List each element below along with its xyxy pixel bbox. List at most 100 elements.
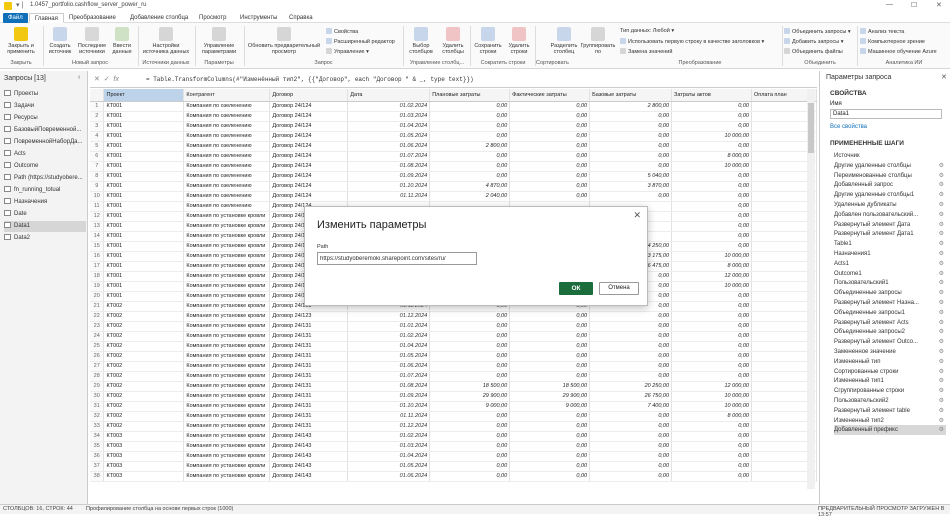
table-cell[interactable]: 10 <box>90 191 105 202</box>
table-cell[interactable]: 01.03.2024 <box>347 441 431 452</box>
table-cell[interactable]: Договор 24/131 <box>269 381 349 392</box>
table-cell[interactable]: 10 000,00 <box>671 401 752 412</box>
applied-step[interactable]: Добавленный префикс ⚙ <box>834 425 946 436</box>
table-cell[interactable]: 5 <box>90 141 105 152</box>
column-header[interactable]: Фактические затраты <box>509 89 591 102</box>
table-cell[interactable]: 0,00 <box>509 101 591 112</box>
table-cell[interactable]: 0,00 <box>671 371 752 382</box>
table-cell[interactable]: 0,00 <box>429 451 511 462</box>
table-row[interactable]: 23 КТ002 Компания по установке кровли Догов… <box>90 321 817 332</box>
applied-step[interactable]: Замененное значение ⚙ <box>834 347 946 357</box>
table-row[interactable]: 38 КТ003 Компания по установке кровли Догов… <box>90 471 817 482</box>
table-cell[interactable]: Договор 24/124 <box>269 191 349 202</box>
table-cell[interactable]: 19 <box>90 281 105 292</box>
table-row[interactable]: 4 КТ001 Компания по озеленению Договор 24/1… <box>90 131 817 142</box>
table-row[interactable]: 33 КТ002 Компания по установке кровли Догов… <box>90 421 817 432</box>
status-profiling[interactable]: Профилирование столбца на основе первых … <box>86 506 233 512</box>
table-cell[interactable]: Компания по установке кровли <box>183 411 271 422</box>
table-cell[interactable]: 12 000,00 <box>671 271 752 282</box>
table-cell[interactable]: Компания по установке кровли <box>183 401 271 412</box>
table-row[interactable]: 27 КТ002 Компания по установке кровли Догов… <box>90 361 817 372</box>
table-cell[interactable]: 10 000,00 <box>671 161 752 172</box>
table-cell[interactable]: Компания по установке кровли <box>183 251 271 262</box>
table-cell[interactable]: Компания по установке кровли <box>183 421 271 432</box>
table-cell[interactable]: Компания по озеленению <box>183 181 271 192</box>
table-cell[interactable]: 0,00 <box>509 321 591 332</box>
applied-step[interactable]: Объединенные запросы ⚙ <box>834 288 946 298</box>
append-queries-button[interactable]: Добавить запросы ▾ <box>784 38 844 45</box>
table-cell[interactable]: 0,00 <box>671 201 752 212</box>
table-cell[interactable]: Договор 24/123 <box>269 311 349 322</box>
keep-rows-button[interactable]: Сохранить строки <box>472 27 504 55</box>
table-cell[interactable]: 36 <box>90 451 105 462</box>
table-cell[interactable]: 01.01.2024 <box>347 321 431 332</box>
advanced-editor-button[interactable]: Расширенный редактор <box>326 38 395 45</box>
table-cell[interactable]: 0,00 <box>509 441 591 452</box>
table-cell[interactable]: 01.02.2024 <box>347 101 431 112</box>
step-gear-icon[interactable]: ⚙ <box>939 288 944 298</box>
table-cell[interactable]: 7 400,00 <box>589 401 673 412</box>
table-cell[interactable]: 0,00 <box>671 181 752 192</box>
table-cell[interactable]: 01.10.2024 <box>347 181 431 192</box>
table-cell[interactable]: 01.04.2024 <box>347 451 431 462</box>
table-row[interactable]: 5 КТ001 Компания по озеленению Договор 24/1… <box>90 141 817 152</box>
table-cell[interactable]: 18 <box>90 271 105 282</box>
table-cell[interactable]: 0,00 <box>429 131 511 142</box>
applied-step[interactable]: Объединенные запросы1 ⚙ <box>834 308 946 318</box>
table-cell[interactable]: 0,00 <box>671 141 752 152</box>
table-cell[interactable]: 22 <box>90 311 105 322</box>
table-cell[interactable]: 0,00 <box>589 361 673 372</box>
choose-columns-button[interactable]: Выбор столбцов <box>405 27 437 55</box>
table-cell[interactable]: 0,00 <box>429 421 511 432</box>
applied-step[interactable]: Пользовательский2 ⚙ <box>834 396 946 406</box>
table-cell[interactable]: Компания по установке кровли <box>183 431 271 442</box>
table-cell[interactable]: 01.07.2024 <box>347 151 431 162</box>
step-gear-icon[interactable]: ⚙ <box>939 308 944 318</box>
table-cell[interactable]: 01.06.2024 <box>347 141 431 152</box>
table-cell[interactable]: 01.06.2024 <box>347 471 431 482</box>
table-cell[interactable]: 9 000,00 <box>429 401 511 412</box>
table-row[interactable]: 25 КТ002 Компания по установке кровли Догов… <box>90 341 817 352</box>
table-cell[interactable]: КТ001 <box>103 111 185 122</box>
applied-step[interactable]: Источник <box>834 151 946 161</box>
table-row[interactable]: 37 КТ003 Компания по установке кровли Догов… <box>90 461 817 472</box>
column-header[interactable]: Плановые затраты <box>429 89 511 102</box>
table-cell[interactable]: Компания по озеленению <box>183 171 271 182</box>
table-cell[interactable]: КТ001 <box>103 131 185 142</box>
table-cell[interactable]: 0,00 <box>671 351 752 362</box>
applied-step[interactable]: Измененный тип1 ⚙ <box>834 376 946 386</box>
table-cell[interactable]: 01.06.2024 <box>347 361 431 372</box>
table-cell[interactable]: 0,00 <box>671 361 752 372</box>
table-cell[interactable]: 29 900,00 <box>429 391 511 402</box>
step-gear-icon[interactable]: ⚙ <box>939 259 944 269</box>
text-analytics-button[interactable]: Анализ текста <box>860 28 904 35</box>
applied-step[interactable]: Outcome1 ⚙ <box>834 269 946 279</box>
table-cell[interactable]: 0,00 <box>589 121 673 132</box>
table-cell[interactable]: 0,00 <box>429 351 511 362</box>
step-gear-icon[interactable]: ⚙ <box>939 171 944 181</box>
table-cell[interactable]: Компания по озеленению <box>183 191 271 202</box>
table-cell[interactable]: КТ001 <box>103 201 185 212</box>
table-cell[interactable]: 0,00 <box>671 191 752 202</box>
column-header[interactable]: Договор <box>269 89 349 102</box>
close-icon[interactable]: ✕ <box>936 1 942 9</box>
table-cell[interactable]: Договор 24/131 <box>269 351 349 362</box>
table-cell[interactable]: 16 <box>90 251 105 262</box>
table-cell[interactable]: Договор 24/143 <box>269 431 349 442</box>
table-cell[interactable]: 26 <box>90 351 105 362</box>
table-cell[interactable]: 0,00 <box>429 101 511 112</box>
step-gear-icon[interactable]: ⚙ <box>939 347 944 357</box>
table-cell[interactable]: 0,00 <box>671 461 752 472</box>
query-item[interactable]: Проекты <box>4 89 86 100</box>
table-cell[interactable]: 20 <box>90 291 105 302</box>
table-row[interactable]: 9 КТ001 Компания по озеленению Договор 24/1… <box>90 181 817 192</box>
table-cell[interactable]: 12 <box>90 211 105 222</box>
table-cell[interactable]: Компания по установке кровли <box>183 261 271 272</box>
first-row-header-button[interactable]: Использовать первую строку в качестве за… <box>620 38 764 45</box>
table-cell[interactable]: 0,00 <box>509 111 591 122</box>
table-cell[interactable]: 0,00 <box>429 111 511 122</box>
table-cell[interactable]: 6 <box>90 151 105 162</box>
applied-step[interactable]: Назначения1 ⚙ <box>834 249 946 259</box>
table-cell[interactable]: Компания по установке кровли <box>183 281 271 292</box>
table-cell[interactable]: 0,00 <box>589 111 673 122</box>
